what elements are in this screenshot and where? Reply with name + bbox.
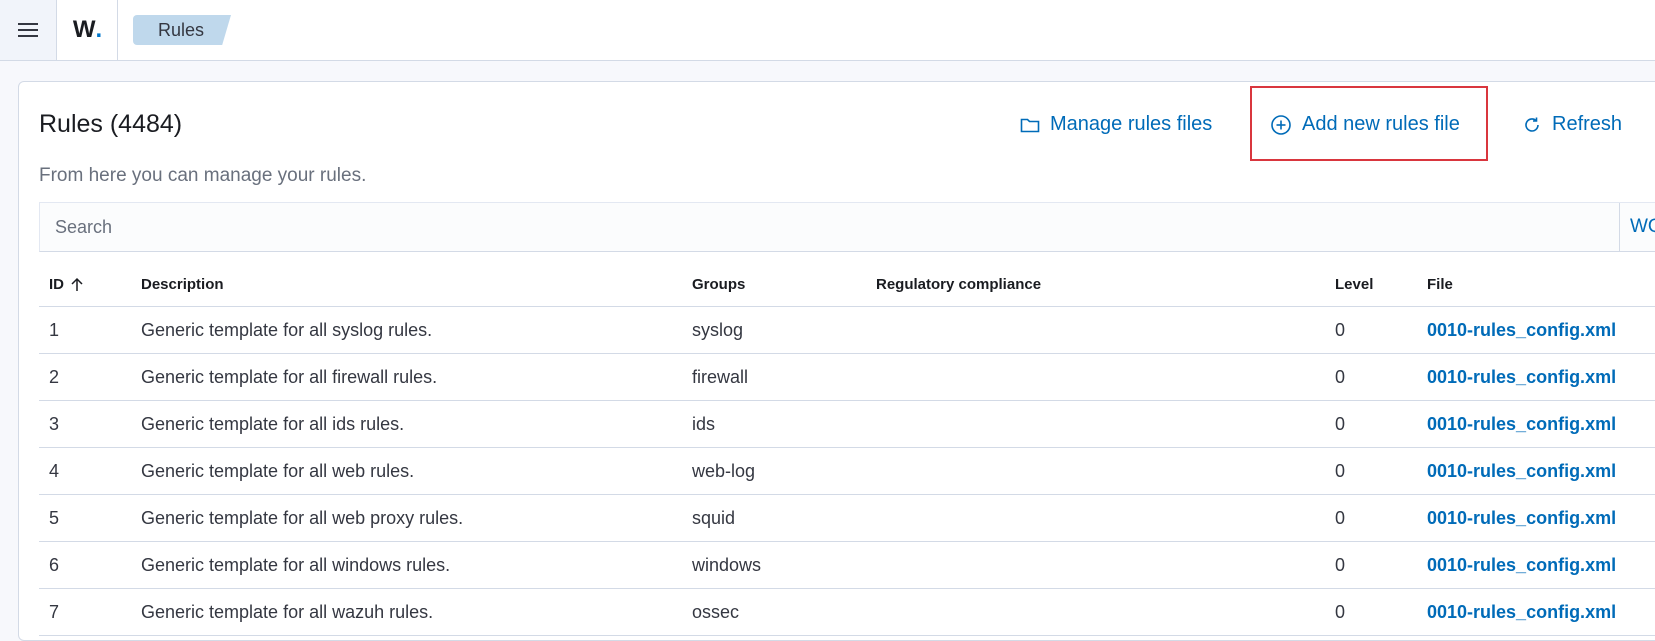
- hamburger-icon: [18, 23, 38, 37]
- cell-level: 0: [1335, 602, 1346, 622]
- table-row[interactable]: 7 Generic template for all wazuh rules. …: [39, 589, 1655, 636]
- cell-level: 0: [1335, 461, 1346, 481]
- table-row[interactable]: 1 Generic template for all syslog rules.…: [39, 307, 1655, 354]
- cell-groups: squid: [692, 508, 736, 528]
- cell-id: 5: [49, 508, 60, 528]
- page-title: Rules (4484): [39, 110, 183, 138]
- logo-dot: .: [95, 16, 103, 43]
- cell-level: 0: [1335, 414, 1346, 434]
- cell-file-link[interactable]: 0010-rules_config.xml: [1427, 414, 1616, 435]
- refresh-button[interactable]: Refresh: [1522, 113, 1622, 136]
- column-header-level[interactable]: Level: [1335, 276, 1373, 293]
- cell-file-link[interactable]: 0010-rules_config.xml: [1427, 320, 1616, 341]
- refresh-icon: [1525, 117, 1539, 132]
- cell-description: Generic template for all wazuh rules.: [141, 602, 434, 622]
- cell-groups: syslog: [692, 320, 744, 340]
- folder-icon: [1020, 118, 1040, 132]
- column-header-id[interactable]: ID: [49, 276, 84, 293]
- column-header-description[interactable]: Description: [141, 276, 224, 293]
- table-header: ID Description Groups Regulatory complia…: [39, 268, 1655, 307]
- table-row[interactable]: 2 Generic template for all firewall rule…: [39, 354, 1655, 401]
- refresh-label: Refresh: [1552, 113, 1623, 135]
- cell-level: 0: [1335, 320, 1346, 340]
- search-input[interactable]: [40, 203, 1620, 251]
- cell-file-link[interactable]: 0010-rules_config.xml: [1427, 555, 1616, 576]
- plus-circle-icon: [1271, 114, 1291, 135]
- search-query-language-toggle[interactable]: WQ: [1619, 203, 1655, 251]
- search-bar: WQ: [39, 202, 1655, 252]
- cell-id: 6: [49, 555, 60, 575]
- breadcrumb-rules[interactable]: Rules: [133, 15, 231, 45]
- cell-description: Generic template for all syslog rules.: [141, 320, 433, 340]
- app-logo[interactable]: W.: [58, 0, 118, 60]
- cell-level: 0: [1335, 367, 1346, 387]
- add-new-rules-file-label: Add new rules file: [1302, 113, 1460, 135]
- column-header-id-label: ID: [49, 276, 64, 293]
- cell-id: 3: [49, 414, 60, 434]
- add-new-rules-file-button[interactable]: Add new rules file: [1270, 113, 1460, 136]
- table-row[interactable]: 4 Generic template for all web rules. we…: [39, 448, 1655, 495]
- cell-description: Generic template for all web rules.: [141, 461, 415, 481]
- cell-file-link[interactable]: 0010-rules_config.xml: [1427, 602, 1616, 623]
- cell-id: 4: [49, 461, 60, 481]
- cell-id: 7: [49, 602, 60, 622]
- menu-button[interactable]: [0, 0, 57, 60]
- arrow-up-icon: [71, 277, 83, 291]
- column-header-groups[interactable]: Groups: [692, 276, 745, 293]
- cell-description: Generic template for all windows rules.: [141, 555, 451, 575]
- table-row[interactable]: 6 Generic template for all windows rules…: [39, 542, 1655, 589]
- cell-id: 1: [49, 320, 60, 340]
- cell-id: 2: [49, 367, 60, 387]
- table-row[interactable]: 5 Generic template for all web proxy rul…: [39, 495, 1655, 542]
- cell-level: 0: [1335, 508, 1346, 528]
- logo-letter: W: [72, 16, 96, 43]
- cell-file-link[interactable]: 0010-rules_config.xml: [1427, 461, 1616, 482]
- cell-groups: web-log: [692, 461, 756, 481]
- cell-groups: ids: [692, 414, 716, 434]
- cell-groups: windows: [692, 555, 762, 575]
- cell-groups: firewall: [692, 367, 749, 387]
- table-row[interactable]: 3 Generic template for all ids rules. id…: [39, 401, 1655, 448]
- cell-file-link[interactable]: 0010-rules_config.xml: [1427, 508, 1616, 529]
- cell-groups: ossec: [692, 602, 740, 622]
- cell-description: Generic template for all ids rules.: [141, 414, 405, 434]
- cell-level: 0: [1335, 555, 1346, 575]
- top-header: W. Rules: [0, 0, 1655, 61]
- page-subtitle: From here you can manage your rules.: [39, 165, 367, 186]
- manage-rules-files-button[interactable]: Manage rules files: [1020, 113, 1212, 136]
- column-header-file[interactable]: File: [1427, 276, 1453, 293]
- cell-file-link[interactable]: 0010-rules_config.xml: [1427, 367, 1616, 388]
- cell-description: Generic template for all firewall rules.: [141, 367, 438, 387]
- column-header-compliance[interactable]: Regulatory compliance: [876, 276, 1041, 293]
- manage-rules-files-label: Manage rules files: [1050, 113, 1213, 135]
- cell-description: Generic template for all web proxy rules…: [141, 508, 464, 528]
